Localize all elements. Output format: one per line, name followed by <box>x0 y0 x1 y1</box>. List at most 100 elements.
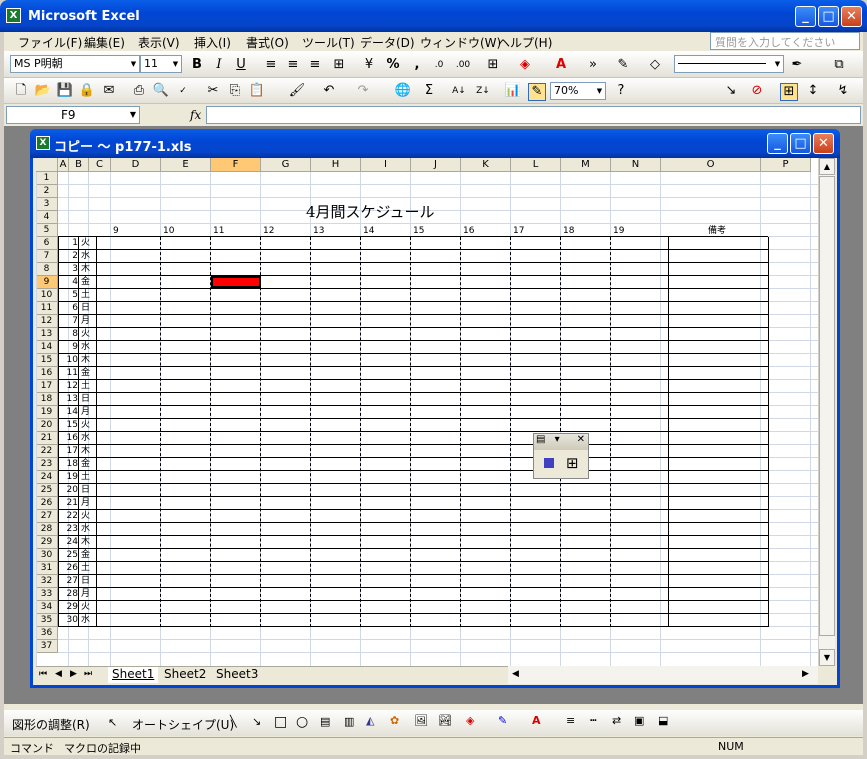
column-header[interactable]: B <box>69 158 89 172</box>
draw-border-icon[interactable] <box>544 458 554 468</box>
row-header[interactable]: 34 <box>36 601 58 614</box>
day-number[interactable]: 25 <box>58 549 78 561</box>
row-header[interactable]: 14 <box>36 341 58 354</box>
sort-ascending-icon[interactable]: A↓ <box>450 83 468 99</box>
toolbar-close-icon[interactable]: ✕ <box>577 434 585 445</box>
italic-icon[interactable]: I <box>210 57 228 73</box>
row-header[interactable]: 21 <box>36 432 58 445</box>
scroll-up-icon[interactable]: ▲ <box>819 158 835 175</box>
spreadsheet-grid[interactable]: A B C D E F G H I J K L M N O P 1 2 3 4 5 6 7 8 9 10 11 12 13 14 15 16 1… <box>36 158 818 666</box>
more-options-icon[interactable]: ↯ <box>834 83 852 99</box>
day-number[interactable]: 16 <box>58 432 78 444</box>
column-header[interactable]: H <box>311 158 361 172</box>
row-header[interactable]: 35 <box>36 614 58 627</box>
zoom-combo[interactable]: 70% ▼ <box>550 82 606 100</box>
select-all-corner[interactable] <box>36 158 58 172</box>
day-of-week[interactable]: 土 <box>81 562 90 574</box>
day-of-week[interactable]: 土 <box>81 380 90 392</box>
adjust-shapes-menu[interactable]: 図形の調整(R) <box>12 716 90 733</box>
row-height-icon[interactable]: ↕ <box>804 83 822 99</box>
clipart-icon[interactable]: 🖼 <box>414 714 428 727</box>
day-of-week[interactable]: 火 <box>81 237 90 249</box>
open-icon[interactable]: 📂 <box>34 83 52 99</box>
row-header[interactable]: 32 <box>36 575 58 588</box>
hyperlink-icon[interactable]: 🌐 <box>394 83 412 99</box>
toolbar-options-icon[interactable]: » <box>584 57 602 73</box>
day-number[interactable]: 13 <box>58 393 78 405</box>
menu-edit[interactable]: 編集(E) <box>84 34 125 51</box>
fill-color-icon[interactable]: ◈ <box>516 57 534 73</box>
font-name-combo[interactable]: MS P明朝 ▼ <box>10 55 140 73</box>
dash-style-icon[interactable]: ┅ <box>590 714 597 727</box>
row-header[interactable]: 36 <box>36 627 58 640</box>
day-of-week[interactable]: 木 <box>81 536 90 548</box>
day-of-week[interactable]: 水 <box>81 341 90 353</box>
email-icon[interactable]: ✉ <box>100 83 118 99</box>
menu-help[interactable]: ヘルプ(H) <box>498 34 552 51</box>
day-of-week[interactable]: 火 <box>81 419 90 431</box>
textbox-tool-icon[interactable]: ▤ <box>320 715 330 728</box>
eraser-icon[interactable]: ◇ <box>646 57 664 73</box>
day-of-week[interactable]: 月 <box>81 497 90 509</box>
workbook-close-button[interactable]: ✕ <box>813 133 834 154</box>
name-box[interactable]: F9 ▼ <box>6 106 140 124</box>
day-of-week[interactable]: 月 <box>81 315 90 327</box>
currency-icon[interactable]: ¥ <box>360 57 378 73</box>
redo-icon[interactable]: ↷ <box>354 83 372 99</box>
day-of-week[interactable]: 火 <box>81 328 90 340</box>
align-right-icon[interactable]: ≡ <box>306 57 324 73</box>
help-search-input[interactable]: 質問を入力してください <box>710 32 860 50</box>
horizontal-scrollbar[interactable]: ◀ ▶ <box>508 666 818 684</box>
menu-file[interactable]: ファイル(F) <box>18 34 82 51</box>
vertical-textbox-icon[interactable]: ▥ <box>344 715 354 728</box>
tab-sheet1[interactable]: Sheet1 <box>108 667 159 683</box>
save-icon[interactable]: 💾 <box>56 83 74 99</box>
row-header[interactable]: 37 <box>36 640 58 653</box>
grid-icon[interactable]: ⊞ <box>780 83 798 101</box>
workbook-icon[interactable]: X <box>36 136 50 150</box>
line-color-icon[interactable]: ✒ <box>788 57 806 73</box>
align-left-icon[interactable]: ≡ <box>262 57 280 73</box>
decrease-decimal-icon[interactable]: .00 <box>454 57 472 73</box>
line-style-icon[interactable]: ≡ <box>566 714 575 727</box>
column-header[interactable]: E <box>161 158 211 172</box>
day-number[interactable]: 29 <box>58 601 78 613</box>
day-number[interactable]: 9 <box>58 341 78 353</box>
align-center-icon[interactable]: ≡ <box>284 57 302 73</box>
day-of-week[interactable]: 日 <box>81 393 90 405</box>
day-of-week[interactable]: 金 <box>81 276 90 288</box>
day-number[interactable]: 19 <box>58 471 78 483</box>
row-header[interactable]: 28 <box>36 523 58 536</box>
font-size-combo[interactable]: 11 ▼ <box>140 55 182 73</box>
remove-arrows-icon[interactable]: ⊘ <box>748 83 766 99</box>
day-of-week[interactable]: 木 <box>81 354 90 366</box>
column-header[interactable]: L <box>511 158 561 172</box>
day-number[interactable]: 4 <box>58 276 78 288</box>
row-header[interactable]: 15 <box>36 354 58 367</box>
day-of-week[interactable]: 火 <box>81 510 90 522</box>
day-number[interactable]: 21 <box>58 497 78 509</box>
day-number[interactable]: 23 <box>58 523 78 535</box>
day-number[interactable]: 22 <box>58 510 78 522</box>
shadow-style-icon[interactable]: ▣ <box>634 714 644 727</box>
menu-tools[interactable]: ツール(T) <box>302 34 355 51</box>
day-of-week[interactable]: 日 <box>81 484 90 496</box>
cut-icon[interactable]: ✂ <box>204 83 222 99</box>
day-number[interactable]: 20 <box>58 484 78 496</box>
row-header[interactable]: 23 <box>36 458 58 471</box>
day-of-week[interactable]: 月 <box>81 588 90 600</box>
wordart-icon[interactable]: ◭ <box>366 714 374 727</box>
close-button[interactable]: ✕ <box>841 6 862 27</box>
options-icon[interactable]: ⧉ <box>830 57 848 73</box>
last-sheet-icon[interactable]: ⏭ <box>84 669 92 679</box>
tab-sheet3[interactable]: Sheet3 <box>212 667 262 683</box>
row-header[interactable]: 18 <box>36 393 58 406</box>
row-header[interactable]: 12 <box>36 315 58 328</box>
row-header[interactable]: 16 <box>36 367 58 380</box>
day-number[interactable]: 10 <box>58 354 78 366</box>
font-color-draw-icon[interactable]: A <box>532 714 541 727</box>
row-header[interactable]: 8 <box>36 263 58 276</box>
next-sheet-icon[interactable]: ▶ <box>70 669 77 679</box>
highlighted-cell-f9[interactable] <box>211 276 261 288</box>
underline-icon[interactable]: U <box>232 57 250 73</box>
